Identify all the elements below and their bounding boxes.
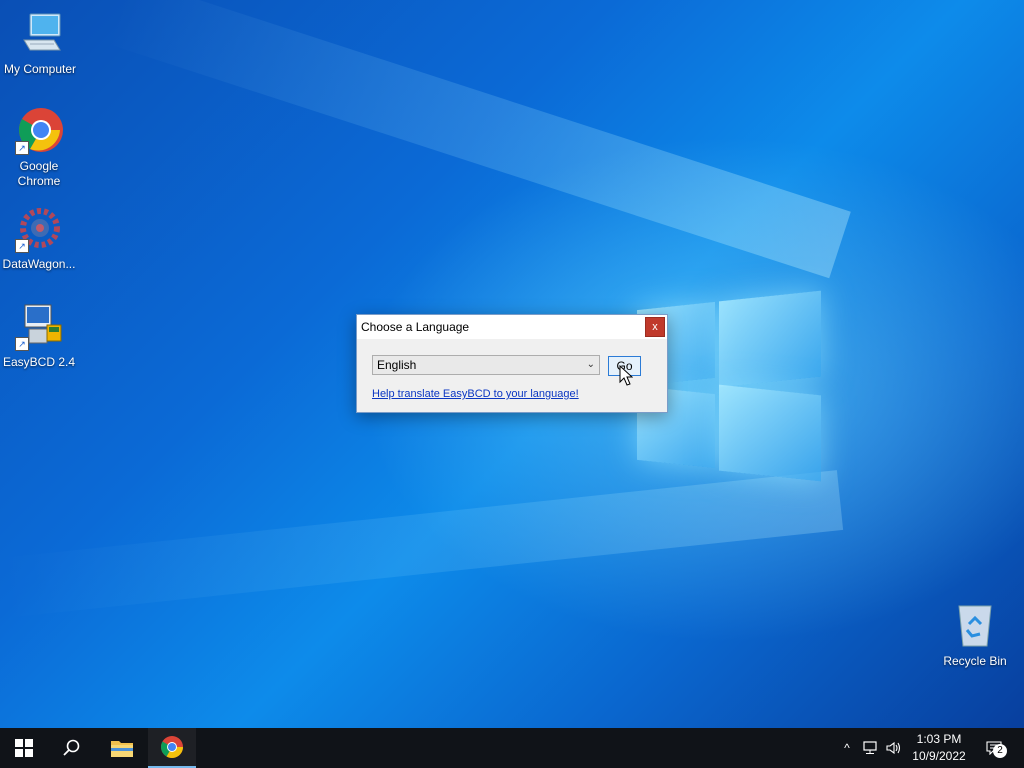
mouse-cursor-icon [619,365,633,386]
shortcut-arrow-icon: ↗ [15,239,29,253]
taskbar-file-explorer[interactable] [98,728,146,768]
clock-time: 1:03 PM [916,732,962,746]
computer-icon [16,10,64,58]
language-select[interactable]: English ⌄ [372,355,600,375]
desktop: My Computer ↗ Google Chrome ↗ DataWagon. [0,0,1024,728]
recycle-bin-icon [951,602,999,650]
search-icon [63,739,80,756]
desktop-icon-label: Recycle Bin [943,654,1007,668]
chevron-up-icon: ^ [844,741,850,755]
shortcut-arrow-icon: ↗ [15,337,29,351]
start-button[interactable] [0,728,48,768]
folder-icon [111,741,133,757]
shortcut-arrow-icon: ↗ [15,141,29,155]
speaker-icon [886,741,901,755]
help-translate-link[interactable]: Help translate EasyBCD to your language! [372,388,579,400]
light-beam [1,470,844,618]
taskbar: ^ 1:03 PM 10/9/2022 2 [0,728,1024,768]
desktop-icon-label: My Computer [3,62,77,76]
network-button[interactable] [860,728,882,768]
chrome-icon: ↗ [15,107,63,155]
notification-count-badge: 2 [993,744,1007,758]
desktop-icon-google-chrome[interactable]: ↗ Google Chrome [0,107,79,189]
desktop-icon-my-computer[interactable]: My Computer [0,10,80,77]
desktop-icon-datawagon[interactable]: ↗ DataWagon... [0,205,79,272]
chevron-down-icon: ⌄ [586,359,595,370]
taskbar-chrome[interactable] [148,728,196,768]
notification-icon: 2 [986,741,1007,758]
desktop-icon-label: DataWagon... [2,257,76,271]
dialog-title: Choose a Language [361,320,470,334]
close-button[interactable]: x [645,317,665,337]
desktop-icon-recycle-bin[interactable]: Recycle Bin [935,602,1015,669]
dialog-titlebar[interactable]: Choose a Language x [357,315,667,339]
choose-language-dialog: Choose a Language x English ⌄ Go Help tr… [356,314,668,413]
volume-button[interactable] [884,728,904,768]
desktop-icon-easybcd[interactable]: ↗ EasyBCD 2.4 [0,303,79,370]
language-select-value: English [377,358,417,372]
desktop-icon-label: Google Chrome [17,159,61,188]
taskbar-clock[interactable]: 1:03 PM 10/9/2022 [906,731,972,765]
action-center-button[interactable]: 2 [982,728,1007,768]
easybcd-icon: ↗ [15,303,63,351]
chrome-icon [161,736,183,758]
search-button[interactable] [48,728,96,768]
light-beam [106,0,851,279]
datawagon-gear-icon: ↗ [15,205,63,253]
show-hidden-icons-button[interactable]: ^ [838,728,856,768]
clock-date: 10/9/2022 [912,749,966,763]
network-icon [863,741,877,754]
desktop-icon-label: EasyBCD 2.4 [2,355,76,369]
windows-start-icon [15,739,33,757]
